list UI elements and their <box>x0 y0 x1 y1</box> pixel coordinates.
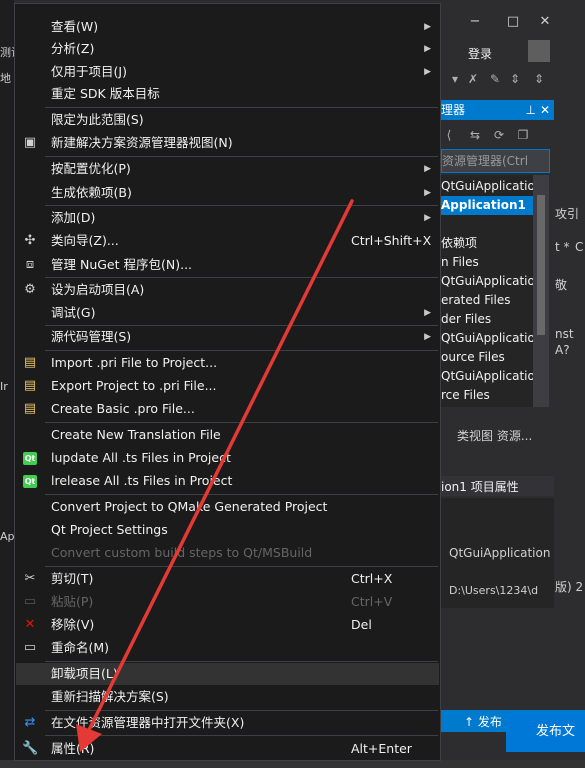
annotation-arrow-icon <box>76 199 354 752</box>
